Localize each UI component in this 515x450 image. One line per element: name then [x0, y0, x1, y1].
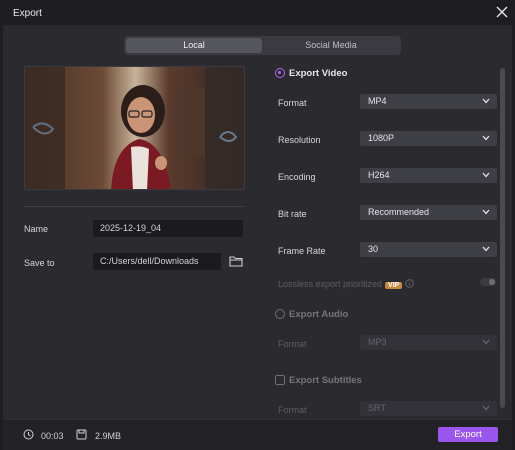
export-video-title: Export Video: [289, 67, 348, 79]
tab-social-media[interactable]: Social Media: [263, 38, 399, 53]
export-audio-title: Export Audio: [289, 308, 349, 320]
window-title: Export: [13, 8, 42, 19]
export-audio-option[interactable]: Export Audio: [275, 307, 348, 321]
chevron-down-icon: [482, 246, 490, 252]
folder-icon[interactable]: [229, 255, 243, 267]
tab-local[interactable]: Local: [126, 38, 262, 53]
subtitles-format-select[interactable]: SRT: [360, 401, 497, 416]
settings-scrollbar[interactable]: [500, 68, 505, 408]
audio-format-value: MP3: [368, 337, 387, 347]
chevron-down-icon: [482, 339, 490, 345]
subtitles-format-value: SRT: [368, 403, 386, 413]
export-destination-tabs: Local Social Media: [124, 36, 401, 55]
encoding-value: H264: [368, 170, 390, 180]
bit-rate-value: Recommended: [368, 207, 430, 217]
subtitles-format-label: Format: [278, 405, 307, 415]
export-video-option[interactable]: Export Video: [275, 66, 347, 80]
title-bar: Export: [0, 0, 515, 25]
export-subtitles-title: Export Subtitles: [289, 374, 362, 386]
name-label: Name: [24, 224, 49, 234]
bit-rate-label: Bit rate: [278, 209, 307, 219]
save-to-label: Save to: [24, 258, 55, 268]
export-subtitles-option[interactable]: Export Subtitles: [275, 373, 362, 387]
chevron-down-icon: [482, 135, 490, 141]
lossless-toggle[interactable]: [480, 278, 496, 286]
frame-rate-value: 30: [368, 244, 379, 254]
checkbox-unchecked-icon[interactable]: [275, 375, 285, 385]
chevron-down-icon: [482, 172, 490, 178]
video-preview-thumbnail: [24, 66, 245, 190]
save-path-field[interactable]: C:/Users/dell/Downloads: [93, 253, 221, 270]
radio-selected-icon[interactable]: [275, 68, 285, 78]
close-icon[interactable]: [495, 5, 509, 19]
chevron-down-icon: [482, 209, 490, 215]
lossless-row: Lossless export prioritized VIP: [278, 279, 415, 289]
bit-rate-select[interactable]: Recommended: [360, 205, 497, 220]
export-button[interactable]: Export: [438, 427, 498, 442]
format-label: Format: [278, 98, 307, 108]
radio-unselected-icon[interactable]: [275, 309, 285, 319]
file-size-text: 2.9MB: [95, 431, 122, 441]
clock-icon: [23, 429, 34, 440]
storage-icon: [76, 429, 87, 440]
resolution-label: Resolution: [278, 135, 321, 145]
preview-image: [25, 67, 244, 189]
export-settings-panel: Export Video Format MP4 Resolution 1080P…: [268, 61, 500, 416]
audio-format-label: Format: [278, 339, 307, 349]
divider: [24, 206, 246, 207]
dialog-footer: 00:03 2.9MB Export: [3, 419, 512, 450]
chevron-down-icon: [482, 98, 490, 104]
frame-rate-label: Frame Rate: [278, 246, 326, 256]
format-select[interactable]: MP4: [360, 94, 497, 109]
chevron-down-icon: [482, 405, 490, 411]
info-icon[interactable]: [405, 279, 415, 288]
frame-rate-select[interactable]: 30: [360, 242, 497, 257]
resolution-select[interactable]: 1080P: [360, 131, 497, 146]
vip-badge: VIP: [385, 282, 403, 289]
encoding-label: Encoding: [278, 172, 316, 182]
name-field[interactable]: 2025-12-19_04: [93, 220, 243, 237]
format-value: MP4: [368, 96, 387, 106]
audio-format-select[interactable]: MP3: [360, 335, 497, 350]
export-dialog: Local Social Media Name 2025-12-19_04 Sa…: [3, 25, 512, 450]
duration-text: 00:03: [41, 431, 64, 441]
lossless-label: Lossless export prioritized: [278, 279, 383, 289]
encoding-select[interactable]: H264: [360, 168, 497, 183]
resolution-value: 1080P: [368, 133, 395, 143]
